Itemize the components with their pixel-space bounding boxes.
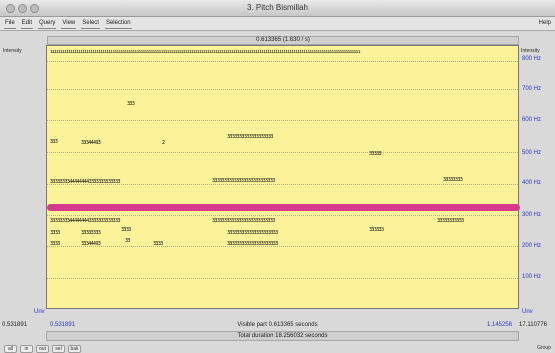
menu-bar: File Edit Query View Select Selection He…: [0, 17, 555, 31]
pitch-candidate: 333333333333333333333: [227, 230, 278, 236]
pitch-candidate: 333333333333333333333: [227, 241, 278, 247]
menu-file[interactable]: File: [4, 19, 16, 29]
freq-label-200: 200 Hz: [522, 243, 542, 249]
menu-select[interactable]: Select: [81, 19, 100, 29]
intensity-label-left: Intensity: [3, 48, 22, 54]
pitch-candidate: 3333: [153, 241, 163, 247]
gridline: [47, 278, 518, 279]
zoom-toolbar: all in out sel bak Group: [0, 344, 555, 353]
pitch-plot[interactable]: ıııııııııııııııııııııııııııııııııııııııı…: [46, 45, 520, 309]
freq-label-500: 500 Hz: [522, 150, 542, 156]
pitch-candidate: 333: [50, 139, 58, 145]
zoom-out-button[interactable]: out: [36, 345, 49, 353]
unvoiced-label-right: Unv: [522, 309, 533, 315]
title-bar: 3. Pitch Bismillah: [0, 0, 555, 17]
pitch-candidate: 3333: [121, 227, 131, 233]
visible-part-label[interactable]: Visible part 0.613365 seconds: [0, 322, 555, 328]
gridline: [47, 152, 518, 153]
menu-edit[interactable]: Edit: [20, 19, 34, 29]
freq-label-300: 300 Hz: [522, 212, 542, 218]
zoom-sel-button[interactable]: sel: [52, 345, 65, 353]
freq-label-400: 400 Hz: [522, 180, 542, 186]
pitch-candidate: 2: [162, 140, 165, 146]
pitch-contour: [47, 204, 520, 211]
zoom-all-button[interactable]: all: [4, 345, 17, 353]
freq-label-700: 700 Hz: [522, 86, 542, 92]
pitch-candidate: 33333333: [443, 177, 463, 183]
pitch-candidate: 33333333333: [437, 218, 464, 224]
gridline: [47, 120, 518, 121]
window-end-time[interactable]: 17.110776: [519, 322, 547, 328]
total-duration-bar[interactable]: Total duration 18.256032 seconds: [46, 331, 519, 341]
group-checkbox[interactable]: Group: [537, 345, 551, 351]
pitch-candidate: 33333333444444443333333333333: [50, 179, 121, 185]
intensity-label-right: Intensity: [521, 48, 540, 54]
unvoiced-label-left: Unv: [34, 309, 45, 315]
menu-selection[interactable]: Selection: [104, 19, 132, 29]
cursor-readout[interactable]: 0.613365 (1.630 / s): [47, 36, 519, 45]
pitch-candidate: 333: [127, 101, 135, 107]
pitch-candidate: 33333333333333333333333333: [212, 178, 275, 184]
intensity-curve: ıııııııııııııııııııııııııııııııııııııııı…: [50, 49, 361, 55]
window-title: 3. Pitch Bismillah: [247, 3, 308, 12]
time-bar[interactable]: 0.531891 0.531891 Visible part 0.613365 …: [0, 320, 555, 331]
pitch-candidate: 33333333333333333333333333: [212, 218, 275, 224]
freq-label-800: 800 Hz: [522, 56, 542, 62]
selection-end-time: 1.145256: [487, 322, 513, 328]
zoom-in-button[interactable]: in: [20, 345, 33, 353]
pitch-candidate: 33333333: [81, 230, 101, 236]
freq-label-100: 100 Hz: [522, 274, 542, 280]
pitch-candidate: 3333: [50, 241, 60, 247]
pitch-candidate: 33333333444444443333333333333: [50, 218, 121, 224]
pitch-candidate: 33344493: [81, 241, 101, 247]
gridline: [47, 246, 518, 247]
gridline: [47, 61, 518, 62]
menu-help[interactable]: Help: [539, 20, 551, 26]
gridline: [47, 89, 518, 90]
gridline: [47, 215, 518, 216]
zoom-back-button[interactable]: bak: [68, 345, 81, 353]
menu-view[interactable]: View: [61, 19, 77, 29]
pitch-candidate: 33: [125, 238, 130, 244]
freq-label-600: 600 Hz: [522, 117, 542, 123]
pitch-candidate: 333333: [369, 227, 384, 233]
pitch-candidate: 33333: [369, 151, 382, 157]
pitch-candidate: 3333: [50, 230, 60, 236]
pitch-candidate: 33344493: [81, 140, 101, 146]
menu-query[interactable]: Query: [38, 19, 57, 29]
pitch-candidate: 3333333333333333333: [227, 134, 273, 140]
